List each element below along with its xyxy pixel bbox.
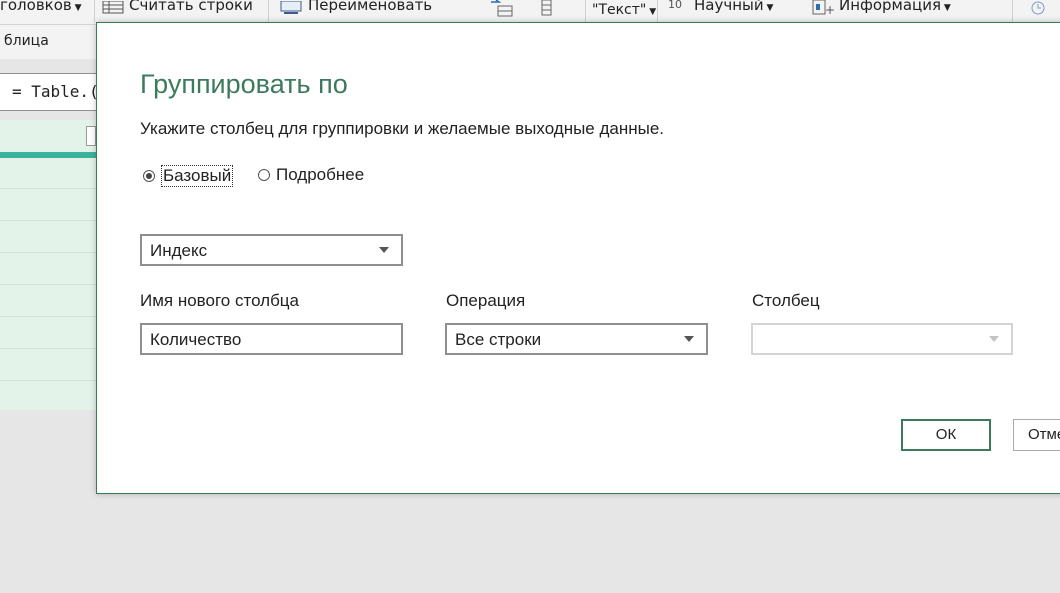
information-icon: +	[812, 0, 835, 20]
group-by-dialog: Группировать по Укажите столбец для груп…	[96, 22, 1060, 494]
new-column-name-input[interactable]: Количество	[140, 323, 403, 355]
information-label: Информация	[839, 0, 942, 14]
formula-text: = Table.(	[12, 82, 99, 101]
column-icon[interactable]	[540, 0, 554, 20]
group-by-column-value: Индекс	[150, 241, 208, 260]
formula-bar[interactable]: = Table.(	[0, 73, 99, 111]
new-column-name-label: Имя нового столбца	[140, 291, 300, 310]
group-by-column-select[interactable]: Индекс	[140, 234, 403, 266]
radio-advanced[interactable]: Подробнее	[258, 165, 364, 185]
radio-basic-label: Базовый	[161, 165, 234, 187]
radio-advanced-label: Подробнее	[276, 165, 365, 184]
new-column-name-value: Количество	[150, 330, 242, 349]
radio-selected-icon	[143, 170, 155, 182]
data-type-dropdown[interactable]: "Текст" ▼	[592, 2, 656, 18]
operation-value: Все строки	[455, 330, 542, 349]
table-row	[0, 380, 97, 381]
chevron-down-icon: ▼	[763, 3, 774, 13]
table-row	[0, 284, 97, 285]
column-quality-bar	[0, 152, 97, 158]
rename-icon	[280, 0, 302, 19]
cancel-button[interactable]: Отме	[1013, 419, 1060, 451]
table-row	[0, 220, 97, 221]
ribbon-divider	[1012, 0, 1013, 22]
ribbon-divider	[94, 0, 95, 22]
rename-label: Переименовать	[308, 0, 433, 14]
radio-unselected-icon	[258, 169, 270, 181]
chevron-down-icon	[989, 336, 999, 342]
operation-select[interactable]: Все строки	[445, 323, 708, 355]
ribbon-divider	[585, 0, 586, 22]
query-tab-strip: блица	[0, 25, 96, 59]
svg-text:+: +	[825, 3, 834, 16]
chevron-down-icon	[379, 247, 389, 253]
chevron-down-icon: ▼	[646, 7, 657, 17]
table-row	[0, 316, 97, 317]
radio-basic[interactable]: Базовый	[143, 165, 234, 187]
ribbon-headers-dropdown[interactable]: головков ▼	[0, 0, 82, 14]
count-rows-button[interactable]: Считать строки	[129, 0, 253, 14]
count-rows-icon	[102, 0, 124, 19]
table-row	[0, 348, 97, 349]
chevron-down-icon: ▼	[71, 3, 82, 13]
chevron-down-icon	[684, 336, 694, 342]
clock-icon[interactable]	[1030, 0, 1046, 20]
operation-label: Операция	[446, 291, 526, 310]
dialog-subtitle: Укажите столбец для группировки и желаем…	[140, 119, 665, 138]
scientific-superscript: 10	[668, 0, 682, 11]
scientific-dropdown[interactable]: Научный ▼	[694, 0, 773, 14]
column-label: Столбец	[752, 291, 820, 310]
rename-button[interactable]: Переименовать	[308, 0, 432, 14]
data-grid	[0, 120, 97, 410]
ribbon-divider	[657, 0, 658, 22]
count-rows-label: Считать строки	[129, 0, 253, 14]
table-row	[0, 252, 97, 253]
information-dropdown[interactable]: Информация ▼	[839, 0, 951, 14]
replace-values-icon[interactable]	[488, 0, 514, 22]
scientific-label: Научный	[694, 0, 764, 14]
ribbon-headers-label: головков	[0, 0, 72, 14]
dialog-title: Группировать по	[140, 69, 348, 99]
ok-button[interactable]: ОК	[901, 419, 991, 451]
data-type-label: "Текст"	[592, 2, 647, 18]
ribbon-divider	[268, 0, 269, 22]
grid-header	[0, 120, 97, 152]
column-filter-button[interactable]	[86, 126, 96, 146]
query-tab-label[interactable]: блица	[4, 33, 49, 49]
column-select[interactable]	[751, 323, 1013, 355]
chevron-down-icon: ▼	[941, 3, 951, 13]
table-row	[0, 188, 97, 189]
